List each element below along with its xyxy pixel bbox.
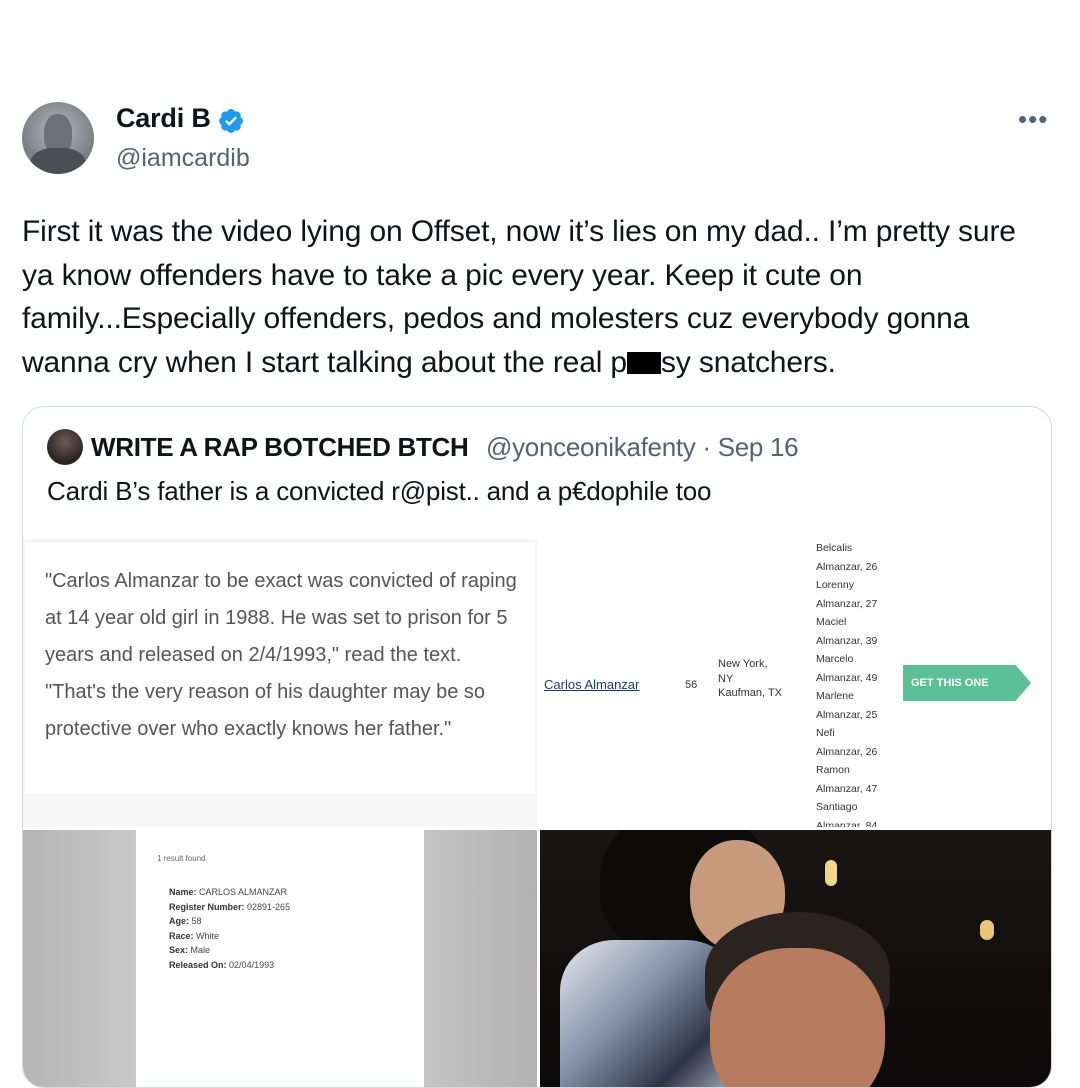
result-locations: New York, NY Kaufman, TX bbox=[718, 658, 782, 699]
blurred-edge-right bbox=[424, 830, 537, 1087]
author-avatar[interactable] bbox=[22, 102, 94, 174]
get-this-one-button: GET THIS ONE bbox=[903, 665, 1031, 701]
redaction-bar bbox=[626, 351, 661, 374]
quote-author-avatar bbox=[47, 429, 83, 465]
author-name[interactable]: Cardi B bbox=[116, 103, 211, 134]
quote-text: Cardi B’s father is a convicted r@pist..… bbox=[47, 476, 712, 506]
result-relatives: Belcalis Almanzar, 26 Lorenny Almanzar, … bbox=[816, 542, 878, 827]
media-photo[interactable] bbox=[540, 830, 1051, 1087]
media-search-result[interactable]: Carlos Almanzar 56 New York, NY Kaufman,… bbox=[540, 539, 1051, 827]
blurred-edge-left bbox=[23, 830, 136, 1087]
quoted-tweet-card[interactable]: WRITE A RAP BOTCHED BTCH @yonceonikafent… bbox=[22, 406, 1052, 1088]
record-found-count: 1 result found bbox=[157, 854, 206, 863]
inmate-record: 1 result found Name: CARLOS ALMANZAR Reg… bbox=[157, 854, 417, 972]
media-inmate-record[interactable]: 1 result found Name: CARLOS ALMANZAR Reg… bbox=[23, 830, 537, 1087]
tweet-text-part-2: sy snatchers. bbox=[660, 345, 836, 379]
result-age: 56 bbox=[685, 679, 698, 691]
tweet-text: First it was the video lying on Offset, … bbox=[22, 210, 1052, 384]
media-article-excerpt[interactable]: "Carlos Almanzar to be exact was convict… bbox=[23, 539, 537, 827]
more-horizontal-icon[interactable]: ••• bbox=[1018, 104, 1048, 135]
tweet-text-part-1: First it was the video lying on Offset, … bbox=[22, 215, 1016, 379]
author-handle[interactable]: @iamcardib bbox=[116, 144, 250, 173]
article-excerpt-text: "Carlos Almanzar to be exact was convict… bbox=[45, 570, 517, 740]
result-name: Carlos Almanzar bbox=[544, 677, 640, 692]
verified-badge-icon bbox=[219, 109, 243, 133]
quote-author-name: WRITE A RAP BOTCHED BTCH bbox=[91, 432, 469, 462]
quote-author-handle-date: @yonceonikafenty · Sep 16 bbox=[486, 432, 799, 462]
